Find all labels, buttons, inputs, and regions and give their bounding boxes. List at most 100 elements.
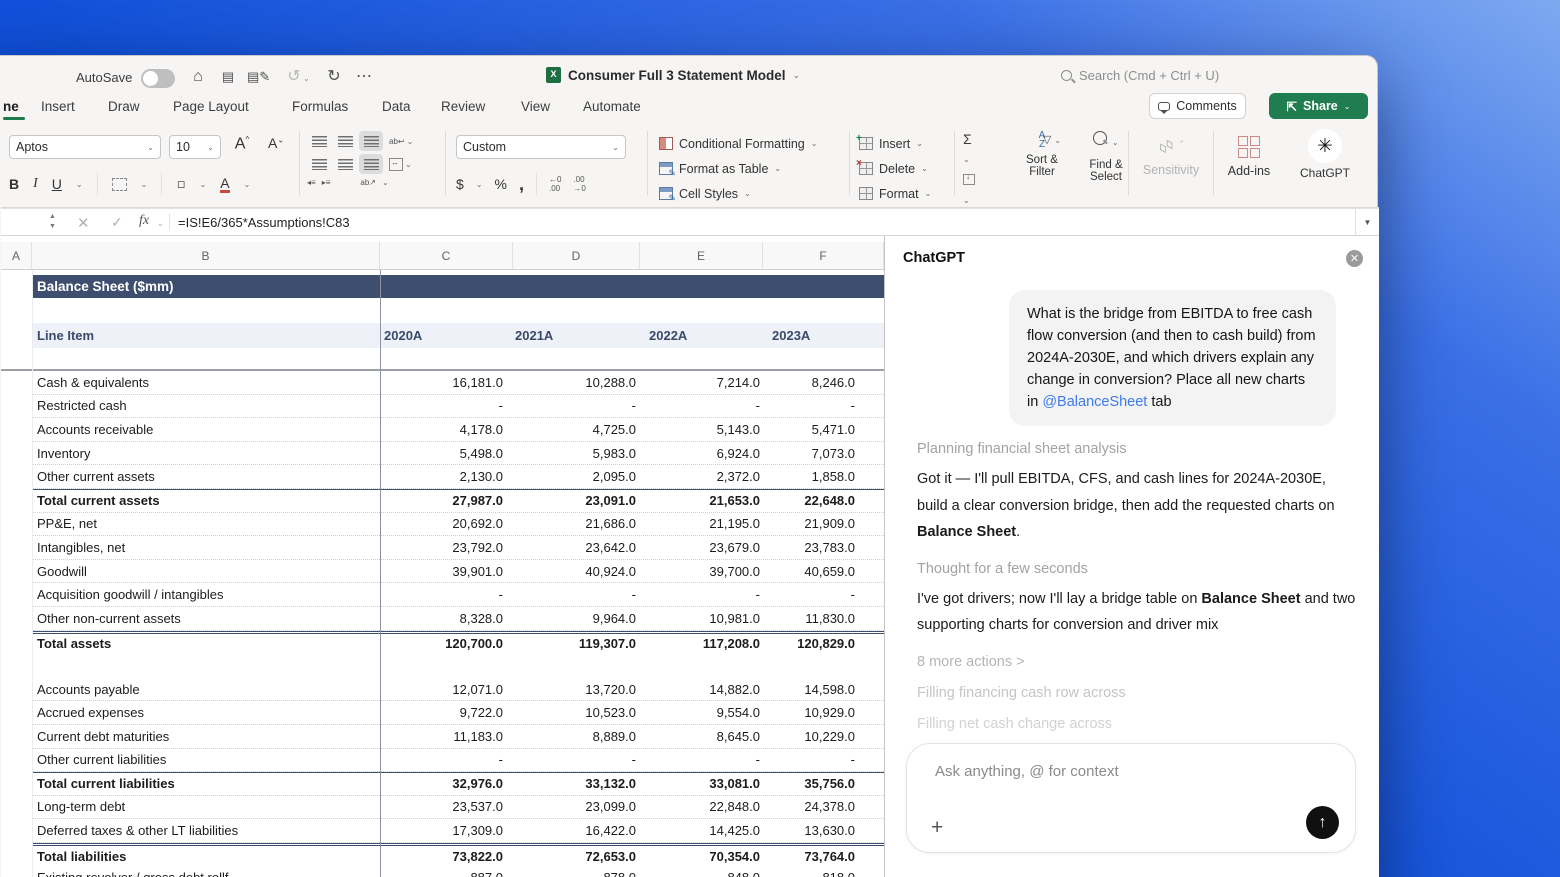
sheet-cell-value[interactable]: 10,981.0: [640, 611, 763, 626]
sheet-cell-value[interactable]: 11,183.0: [380, 729, 513, 744]
share-button[interactable]: ⇱ Share ⌄: [1269, 93, 1368, 119]
sheet-cell-label[interactable]: Inventory: [32, 446, 380, 461]
sheet-cell-value[interactable]: 13,720.0: [513, 682, 640, 697]
addins-button[interactable]: Add-ins: [1223, 133, 1275, 178]
sheet-cell-value[interactable]: 12,071.0: [380, 682, 513, 697]
sheet-cell-value[interactable]: 35,756.0: [763, 776, 884, 791]
insert-function-icon[interactable]: fx: [139, 213, 149, 229]
borders-icon[interactable]: [111, 177, 127, 191]
sheet-cell-label[interactable]: Cash & equivalents: [32, 375, 380, 390]
sheet-cell-value[interactable]: 9,554.0: [640, 705, 763, 720]
percent-format-icon[interactable]: %: [495, 176, 507, 192]
sheet-cell-value[interactable]: -: [763, 398, 884, 413]
sheet-cell-value[interactable]: 17,309.0: [380, 823, 513, 838]
ribbon-tab-page-layout[interactable]: Page Layout: [173, 99, 249, 114]
sheet-cell-value[interactable]: 24,378.0: [763, 799, 884, 814]
ribbon-tab-automate[interactable]: Automate: [583, 99, 641, 114]
sheet-cell-value[interactable]: 7,214.0: [640, 375, 763, 390]
sheet-cell-value[interactable]: 120,700.0: [380, 636, 513, 651]
year-header[interactable]: 2021A: [513, 328, 640, 343]
sheet-cell-value[interactable]: 39,901.0: [380, 564, 513, 579]
sheet-cell-label[interactable]: Goodwill: [32, 564, 380, 579]
increase-font-icon[interactable]: A^: [229, 135, 255, 159]
comments-button[interactable]: Comments: [1149, 93, 1246, 119]
sheet-cell-value[interactable]: 120,829.0: [763, 636, 884, 651]
align-top-icon[interactable]: [307, 131, 331, 151]
font-size-select[interactable]: 10 ⌄: [169, 135, 221, 159]
increase-indent-icon[interactable]: ▸≡: [322, 178, 331, 187]
sheet-cell-value[interactable]: 32,976.0: [380, 776, 513, 791]
find-select-button[interactable]: ⌄ Find & Select: [1079, 131, 1133, 183]
year-header[interactable]: 2020A: [380, 328, 513, 343]
attach-plus-icon[interactable]: +: [931, 817, 943, 838]
borders-chevron-icon[interactable]: ⌄: [141, 180, 148, 189]
sheet-cell-label[interactable]: Deferred taxes & other LT liabilities: [32, 823, 380, 838]
sheet-cell-value[interactable]: -: [763, 587, 884, 602]
bold-button[interactable]: B: [9, 176, 19, 192]
font-color-icon[interactable]: A: [220, 176, 230, 193]
year-header[interactable]: 2022A: [640, 328, 763, 343]
sheet-cell-value[interactable]: 9,964.0: [513, 611, 640, 626]
ribbon-tab-ne[interactable]: ne: [3, 99, 25, 120]
sheet-cell-value[interactable]: -: [380, 587, 513, 602]
sheet-cell-value[interactable]: 70,354.0: [640, 849, 763, 864]
sheet-cell-value[interactable]: 4,725.0: [513, 422, 640, 437]
sheet-cell-value[interactable]: 2,130.0: [380, 469, 513, 484]
merge-cells-icon[interactable]: ↔: [389, 157, 403, 171]
sheet-cell-value[interactable]: 22,848.0: [640, 799, 763, 814]
balance-sheet-mention-link[interactable]: @BalanceSheet: [1042, 394, 1147, 410]
ribbon-tab-data[interactable]: Data: [382, 99, 411, 114]
save-as-icon[interactable]: ▤✎: [247, 67, 270, 87]
sheet-cell-value[interactable]: 9,722.0: [380, 705, 513, 720]
currency-chevron-icon[interactable]: ⌄: [476, 180, 483, 189]
wrap-text-chevron-icon[interactable]: ⌄: [407, 137, 414, 146]
sheet-cell-value[interactable]: 117,208.0: [640, 636, 763, 651]
column-header-D[interactable]: D: [513, 242, 640, 269]
more-icon[interactable]: ⋯: [353, 67, 375, 87]
sheet-cell-value[interactable]: 8,328.0: [380, 611, 513, 626]
sheet-cell-value[interactable]: 5,498.0: [380, 446, 513, 461]
fill-color-icon[interactable]: ◇: [173, 176, 189, 192]
sheet-cell-label[interactable]: Other current assets: [32, 469, 380, 484]
sheet-cell-value[interactable]: 72,653.0: [513, 849, 640, 864]
underline-chevron-icon[interactable]: ⌄: [76, 180, 83, 189]
sheet-cell-value[interactable]: 13,630.0: [763, 823, 884, 838]
sheet-section-title[interactable]: Balance Sheet ($mm): [32, 275, 884, 298]
redo-icon[interactable]: ↻: [323, 67, 345, 87]
text-orientation-icon[interactable]: ab↗: [360, 178, 376, 187]
sheet-cell-value[interactable]: 23,537.0: [380, 799, 513, 814]
align-bottom-icon[interactable]: [359, 131, 383, 151]
formula-bar-expand-icon[interactable]: ▼: [1355, 209, 1379, 235]
ribbon-tab-view[interactable]: View: [521, 99, 550, 114]
wrap-text-icon[interactable]: ab↩: [389, 137, 405, 146]
align-right-icon[interactable]: [359, 154, 383, 174]
sheet-cell-value[interactable]: 6,924.0: [640, 446, 763, 461]
sheet-cell-value[interactable]: 10,288.0: [513, 375, 640, 390]
sheet-cell-label[interactable]: Total assets: [32, 636, 380, 651]
sheet-cell-value[interactable]: 23,642.0: [513, 540, 640, 555]
column-header-C[interactable]: C: [380, 242, 513, 269]
sheet-cell-label[interactable]: Other non-current assets: [32, 611, 380, 626]
sheet-cell-value[interactable]: 40,659.0: [763, 564, 884, 579]
sheet-cell-value[interactable]: -: [763, 752, 884, 767]
decrease-indent-icon[interactable]: ◂≡: [307, 178, 316, 187]
sheet-cell-value[interactable]: 5,471.0: [763, 422, 884, 437]
sheet-cell-value[interactable]: -: [640, 398, 763, 413]
sheet-cell-label[interactable]: Acquisition goodwill / intangibles: [32, 587, 380, 602]
sheet-cell-value[interactable]: 848.0: [640, 870, 763, 877]
sheet-cell-value[interactable]: 4,178.0: [380, 422, 513, 437]
sheet-cell-value[interactable]: 5,143.0: [640, 422, 763, 437]
sheet-cell-label[interactable]: Accounts receivable: [32, 422, 380, 437]
sheet-cell-value[interactable]: 23,091.0: [513, 493, 640, 508]
conditional-formatting-button[interactable]: Conditional Formatting ⌄: [659, 131, 817, 156]
autosum-icon[interactable]: Σ ⌄: [963, 131, 975, 167]
sheet-cell-label[interactable]: Intangibles, net: [32, 540, 380, 555]
currency-format-icon[interactable]: $: [456, 176, 464, 192]
sheet-cell-label[interactable]: Total current assets: [32, 493, 380, 508]
sheet-cell-value[interactable]: 11,830.0: [763, 611, 884, 626]
sheet-cell-value[interactable]: 8,645.0: [640, 729, 763, 744]
column-header-E[interactable]: E: [640, 242, 763, 269]
sheet-cell-value[interactable]: 40,924.0: [513, 564, 640, 579]
column-headers[interactable]: ABCDEF: [1, 242, 884, 270]
sheet-cell-value[interactable]: 5,983.0: [513, 446, 640, 461]
